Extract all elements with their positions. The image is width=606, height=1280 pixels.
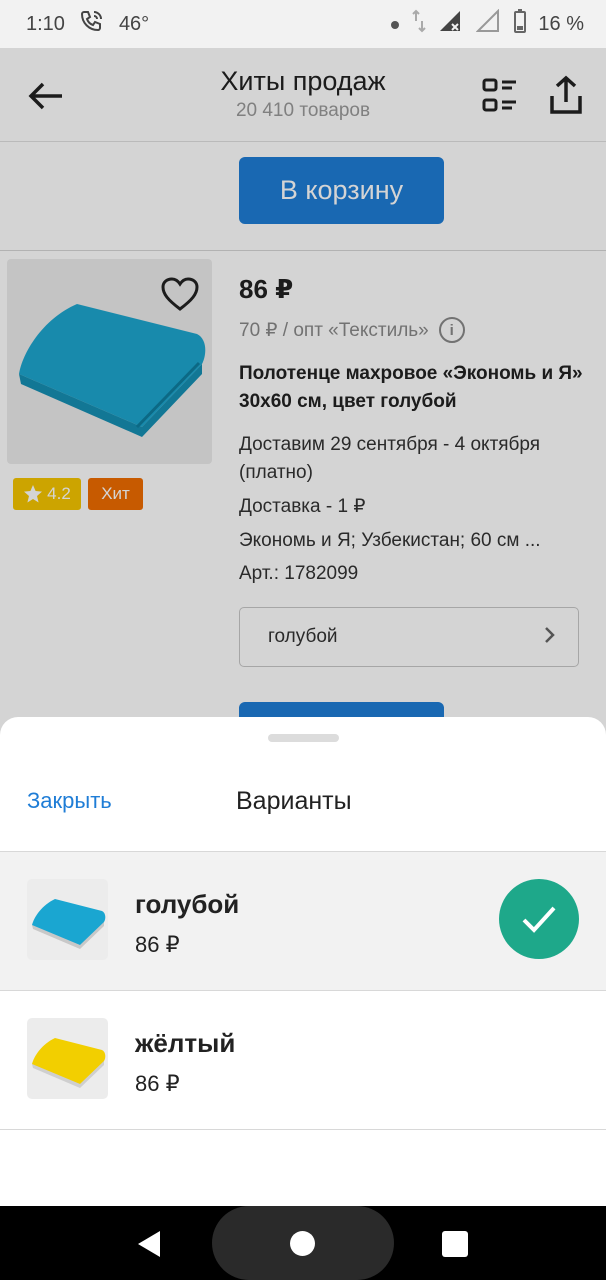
system-nav-bar bbox=[0, 1206, 606, 1280]
variant-thumbnail bbox=[27, 879, 108, 960]
sheet-handle[interactable] bbox=[268, 734, 339, 742]
variant-name: жёлтый bbox=[135, 1028, 236, 1058]
status-time: 1:10 bbox=[26, 12, 65, 35]
close-button[interactable]: Закрыть bbox=[27, 788, 112, 814]
divider bbox=[0, 1129, 606, 1130]
nav-back-button[interactable] bbox=[134, 1228, 166, 1260]
variants-sheet: Закрыть Варианты голубой 86 ₽ жёлтый 86 … bbox=[0, 717, 606, 1206]
signal-icon bbox=[438, 9, 464, 39]
variant-thumbnail bbox=[27, 1018, 108, 1099]
variant-swatch-0 bbox=[32, 899, 106, 945]
status-temperature: 46° bbox=[118, 12, 150, 35]
variant-price: 86 ₽ bbox=[135, 932, 180, 957]
variant-option-blue[interactable]: голубой 86 ₽ bbox=[0, 852, 606, 990]
variant-option-yellow[interactable]: жёлтый 86 ₽ bbox=[0, 991, 606, 1129]
sheet-title: Варианты bbox=[236, 787, 352, 815]
variant-name: голубой bbox=[135, 889, 240, 919]
variant-swatch-1 bbox=[32, 1038, 106, 1084]
phone-wifi-icon bbox=[79, 9, 105, 39]
check-icon bbox=[522, 906, 556, 933]
nav-recents-button[interactable] bbox=[442, 1231, 468, 1257]
dot-icon bbox=[390, 13, 400, 36]
battery-percent: 16 % bbox=[538, 12, 584, 35]
data-arrows-icon bbox=[412, 9, 427, 39]
signal-empty-icon bbox=[475, 8, 502, 39]
status-bar: 1:10 46° 16 % bbox=[0, 0, 606, 48]
selected-indicator bbox=[499, 879, 579, 959]
triangle-back-icon bbox=[138, 1231, 160, 1257]
battery-icon bbox=[514, 9, 527, 39]
variant-price: 86 ₽ bbox=[135, 1071, 180, 1096]
nav-home-button[interactable] bbox=[290, 1231, 315, 1256]
